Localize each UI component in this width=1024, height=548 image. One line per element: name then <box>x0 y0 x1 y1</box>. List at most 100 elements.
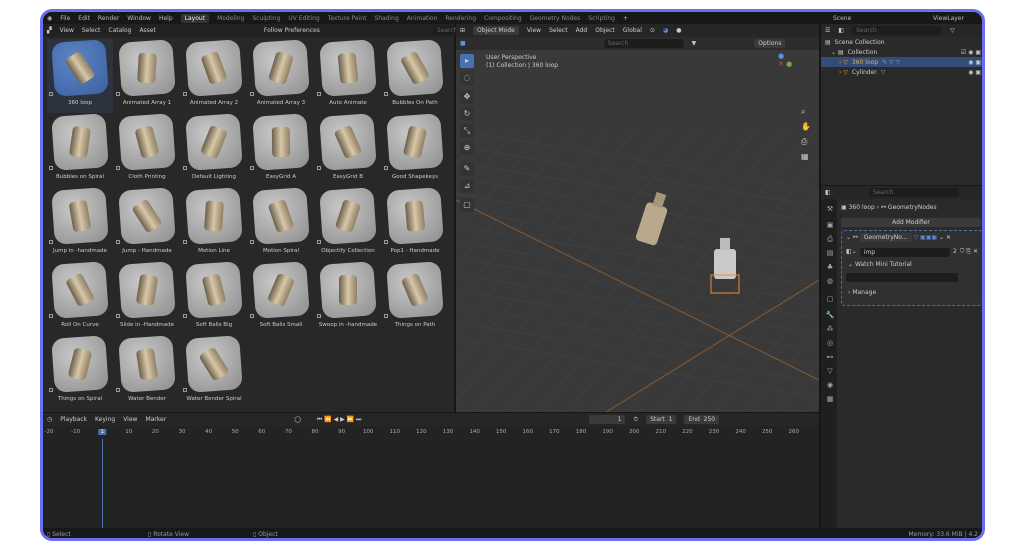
asset-item[interactable]: Water Bender <box>114 335 180 409</box>
fake-user-shield-icon[interactable]: ⛉ ⎘ ✕ <box>960 248 978 257</box>
properties-search-input[interactable]: Search <box>868 188 959 197</box>
asset-item[interactable]: 360 loop <box>47 39 113 113</box>
menu-playback[interactable]: Playback <box>60 416 87 423</box>
asset-item[interactable]: Swoop in -handmade <box>315 261 381 335</box>
menu-add[interactable]: Add <box>576 27 588 34</box>
tool-tab-icon[interactable]: ⚒ <box>825 205 835 215</box>
tutorial-field[interactable] <box>846 273 958 282</box>
physics-tab-icon[interactable]: ◎ <box>825 339 835 349</box>
material-tab-icon[interactable]: ◉ <box>825 381 835 391</box>
asset-item[interactable]: Good Shapekeys <box>382 113 448 187</box>
asset-item[interactable]: Animated Array 2 <box>181 39 247 113</box>
scene-selector[interactable]: Scene <box>833 15 851 22</box>
node-group-field[interactable]: imp <box>859 248 951 257</box>
zoom-icon[interactable]: ⌕ <box>801 104 811 119</box>
menu-marker[interactable]: Marker <box>145 416 166 423</box>
asset-item[interactable]: Things on Spiral <box>47 335 113 409</box>
asset-item[interactable]: Objectify Collection <box>315 187 381 261</box>
tab-texture-paint[interactable]: Texture Paint <box>328 15 367 22</box>
asset-item[interactable]: Water Bender Spiral <box>181 335 247 409</box>
viewport-search-input[interactable]: Search <box>603 39 684 48</box>
asset-item[interactable]: Animated Array 1 <box>114 39 180 113</box>
current-frame-field[interactable]: 1 <box>589 415 626 424</box>
tab-modeling[interactable]: Modeling <box>217 15 244 22</box>
grid-view-icon[interactable]: ▦ <box>801 149 811 164</box>
menu-render[interactable]: Render <box>98 15 119 22</box>
collection-row[interactable]: ⌄ ▤ Collection ☑ ◉ ▣ <box>821 47 982 57</box>
tab-uv-editing[interactable]: UV Editing <box>288 15 319 22</box>
menu-select[interactable]: Select <box>549 27 568 34</box>
shading-solid-icon[interactable]: ● <box>676 27 681 34</box>
overlay-icon[interactable]: ◕ <box>663 27 668 34</box>
auto-keying-icon[interactable]: ◯ <box>294 416 301 423</box>
display-mode-icon[interactable]: ◧ <box>838 27 844 34</box>
output-tab-icon[interactable]: ⎙ <box>825 235 835 245</box>
select-mode-icon[interactable]: ■ <box>460 40 466 47</box>
transform-tool-icon[interactable]: ⊕ <box>460 141 474 155</box>
panel-watch-tutorial[interactable]: ⌄ Watch Mini Tutorial <box>848 261 912 268</box>
filter-icon[interactable]: ▼ <box>692 40 697 47</box>
node-group-selector[interactable]: ◧⌄ imp 2 ⛉ ⎘ ✕ <box>846 248 978 257</box>
select-tool-icon[interactable]: ▸ <box>460 54 474 68</box>
rotate-tool-icon[interactable]: ↻ <box>460 107 474 121</box>
measure-tool-icon[interactable]: ⊿ <box>460 179 474 193</box>
asset-item[interactable]: Cloth Printing <box>114 113 180 187</box>
annotate-tool-icon[interactable]: ✎ <box>460 162 474 176</box>
orientation-dropdown[interactable]: Global <box>623 27 642 34</box>
tab-animation[interactable]: Animation <box>407 15 438 22</box>
camera-icon[interactable]: ⎙ <box>801 134 811 149</box>
menu-object[interactable]: Object <box>595 27 615 34</box>
render-tab-icon[interactable]: ▣ <box>825 221 835 231</box>
editor-type-icon[interactable]: ☰ <box>825 27 830 34</box>
asset-item[interactable]: Soft Balls Big <box>181 261 247 335</box>
asset-item[interactable]: Roll On Curve <box>47 261 113 335</box>
menu-view[interactable]: View <box>60 27 74 34</box>
asset-item[interactable]: EasyGrid A <box>248 113 314 187</box>
asset-item[interactable]: Soft Balls Small <box>248 261 314 335</box>
constraints-tab-icon[interactable]: ⊷ <box>825 353 835 363</box>
navigation-gizmo[interactable]: ● ✕ ● <box>778 52 808 92</box>
modifier-name-field[interactable]: GeometryNo... <box>859 233 912 242</box>
data-tab-icon[interactable]: ▽ <box>825 367 835 377</box>
visibility-eye-icon[interactable]: ☑ ◉ ▣ <box>961 49 982 56</box>
tab-layout[interactable]: Layout <box>180 13 210 23</box>
editor-type-icon[interactable]: ◧ <box>825 189 831 196</box>
asset-item[interactable]: Motion Line <box>181 187 247 261</box>
menu-select[interactable]: Select <box>82 27 101 34</box>
tab-rendering[interactable]: Rendering <box>445 15 476 22</box>
menu-asset[interactable]: Asset <box>139 27 155 34</box>
snap-icon[interactable]: ⊙ <box>650 27 655 34</box>
filter-icon[interactable]: ▽ <box>950 27 955 34</box>
scale-tool-icon[interactable]: ⤡ <box>460 124 474 138</box>
add-cube-tool-icon[interactable]: ▢ <box>460 198 474 212</box>
modifier-tab-icon[interactable]: 🔧 <box>825 311 835 321</box>
asset-item[interactable]: Animated Array 3 <box>248 39 314 113</box>
playback-controls[interactable]: ⏮ ⏪ ◀ ▶ ⏩ ⏭ <box>317 416 362 424</box>
move-tool-icon[interactable]: ✥ <box>460 90 474 104</box>
asset-item[interactable]: Pop1 - Handmade <box>382 187 448 261</box>
menu-catalog[interactable]: Catalog <box>108 27 131 34</box>
menu-view[interactable]: View <box>527 27 541 34</box>
asset-item[interactable]: Slide in -Handmade <box>114 261 180 335</box>
add-modifier-button[interactable]: Add Modifier <box>841 218 981 227</box>
stopwatch-icon[interactable]: ⏱ <box>633 416 638 424</box>
end-frame-field[interactable]: End 250 <box>684 415 720 424</box>
asset-item[interactable]: Jump in -handmade <box>47 187 113 261</box>
cursor-tool-icon[interactable]: ◌ <box>460 71 474 85</box>
import-method-dropdown[interactable]: Follow Preferences <box>264 27 320 34</box>
tab-shading[interactable]: Shading <box>374 15 398 22</box>
tab-scripting[interactable]: Scripting <box>588 15 615 22</box>
menu-view[interactable]: View <box>123 416 137 423</box>
blender-logo-icon[interactable]: ◉ <box>47 15 52 22</box>
outliner-item-360-loop[interactable]: › ▽ 360 loop ✎ ▽ ▽ ◉ ▣ <box>821 57 982 67</box>
tab-compositing[interactable]: Compositing <box>484 15 522 22</box>
mode-dropdown[interactable]: Object Mode <box>473 26 519 35</box>
asset-item[interactable]: Motion Spiral <box>248 187 314 261</box>
tab-geometry-nodes[interactable]: Geometry Nodes <box>530 15 581 22</box>
texture-tab-icon[interactable]: ▦ <box>825 395 835 405</box>
menu-edit[interactable]: Edit <box>78 15 90 22</box>
outliner-item-cylinder[interactable]: › ▽ Cylinder ▽ ◉ ▣ <box>821 67 982 77</box>
scene-tab-icon[interactable]: ♣ <box>825 263 835 273</box>
asset-item[interactable]: Bubbles on Spiral <box>47 113 113 187</box>
view-layer-tab-icon[interactable]: ▤ <box>825 249 835 259</box>
